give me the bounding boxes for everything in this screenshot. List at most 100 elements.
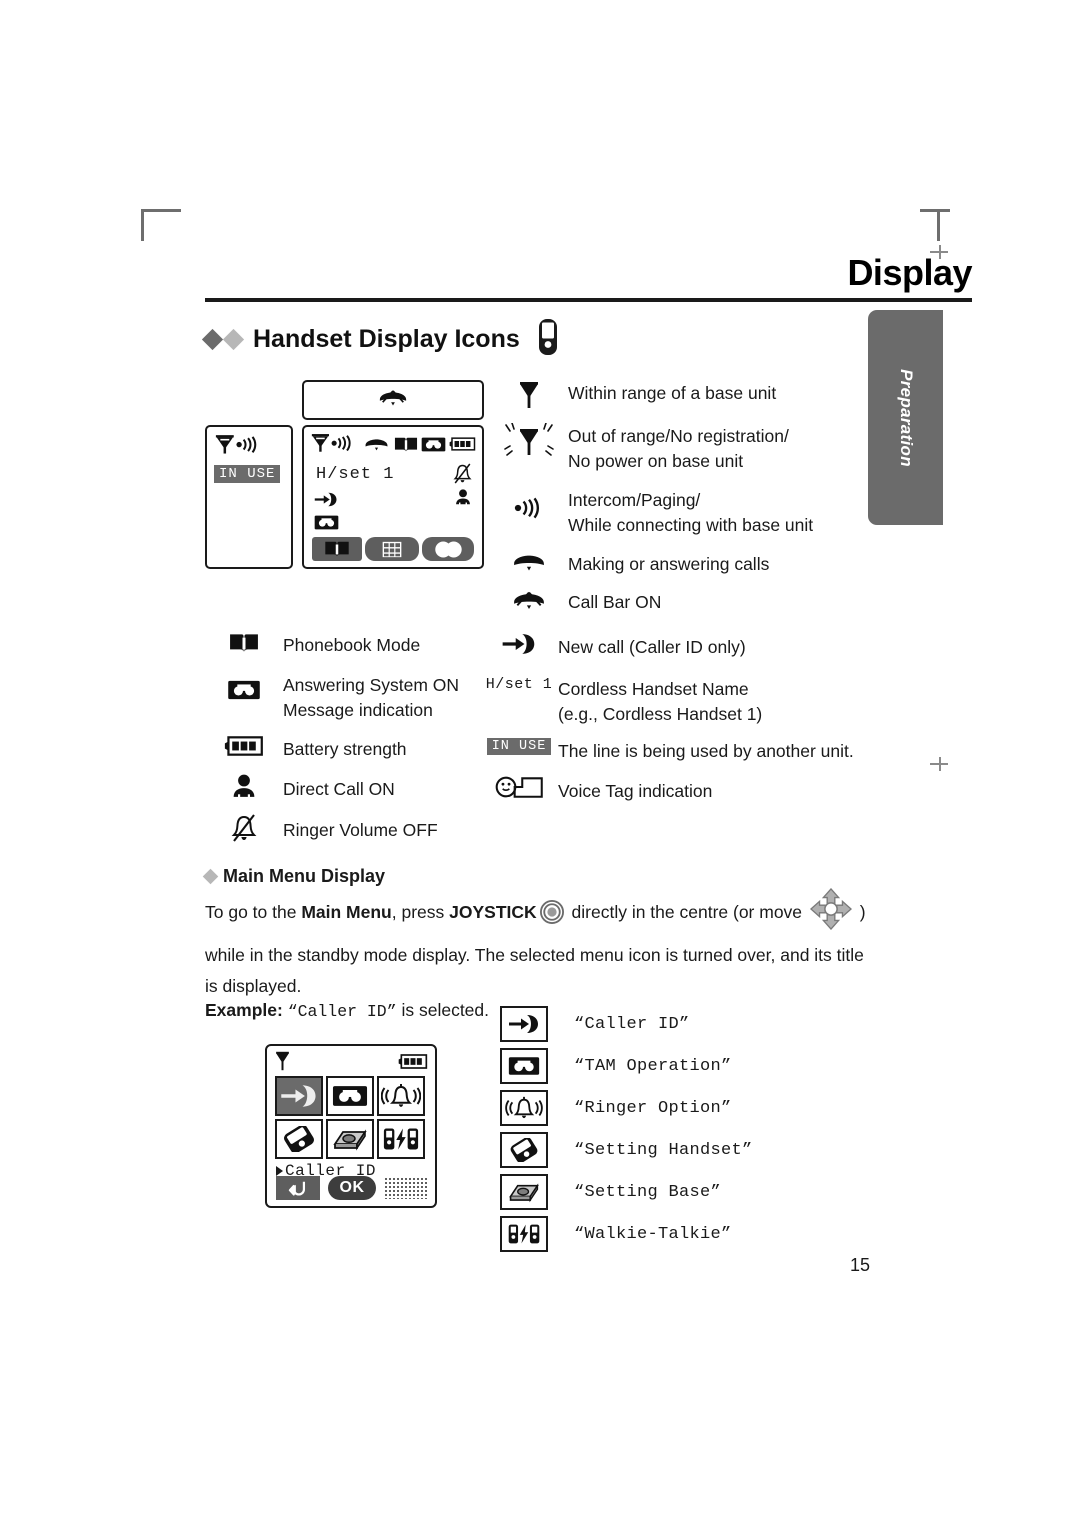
answering-system-icon bbox=[421, 437, 446, 457]
crop-mark-top-left-h bbox=[141, 209, 181, 212]
paragraph-part-1: To go to the bbox=[205, 902, 302, 922]
menu-lcd-status-bar bbox=[274, 1050, 428, 1077]
ringer-volume-off-icon bbox=[205, 814, 283, 842]
caret-right-icon bbox=[276, 1166, 283, 1176]
legend-row: Answering System ON Message indication bbox=[205, 672, 495, 724]
antenna-no-signal-icon bbox=[490, 423, 568, 459]
main-menu-heading: Main Menu Display bbox=[202, 866, 386, 887]
legend-row: Ringer Volume OFF bbox=[205, 814, 495, 843]
legend-row: Out of range/No registration/ No power o… bbox=[490, 423, 880, 475]
new-call-icon bbox=[314, 491, 338, 513]
legend-row: Voice Tag indication bbox=[480, 774, 880, 804]
menu-cell-setting-base[interactable] bbox=[326, 1119, 374, 1159]
legend-label: Voice Tag indication bbox=[558, 781, 713, 801]
main-menu-heading-label: Main Menu Display bbox=[223, 866, 386, 886]
battery-icon bbox=[449, 437, 476, 456]
paragraph-part-3: directly in the centre (or move bbox=[566, 902, 807, 922]
legend-label: Cordless Handset Name (e.g., Cordless Ha… bbox=[558, 679, 763, 725]
voice-tag-icon bbox=[480, 774, 558, 800]
menu-cell-walkie-talkie[interactable] bbox=[377, 1119, 425, 1159]
lcd-main-panel: H/set 1 bbox=[302, 425, 484, 569]
intercom-waves-icon bbox=[490, 487, 568, 519]
lcd-handset-name: H/set 1 bbox=[316, 465, 395, 484]
side-tab-label: Preparation bbox=[896, 368, 916, 467]
legend-label: Battery strength bbox=[283, 739, 407, 759]
setting-base-icon bbox=[500, 1174, 548, 1210]
registration-mark-middle bbox=[930, 755, 948, 773]
legend-row: H/set 1 Cordless Handset Name (e.g., Cor… bbox=[480, 676, 880, 728]
legend-label: Out of range/No registration/ No power o… bbox=[568, 426, 789, 472]
antenna-intercom-icon bbox=[310, 432, 360, 461]
call-bar-on-icon bbox=[378, 388, 408, 412]
page-number: 15 bbox=[850, 1255, 871, 1275]
handset-call-icon bbox=[490, 551, 568, 571]
title-rule bbox=[205, 298, 972, 302]
new-call-icon bbox=[480, 632, 558, 656]
phonebook-icon bbox=[205, 632, 283, 654]
crop-mark-top-left-v bbox=[141, 209, 144, 241]
softkey-back[interactable] bbox=[276, 1176, 321, 1200]
answering-system-icon bbox=[314, 515, 339, 535]
ringer-option-icon bbox=[500, 1090, 548, 1126]
antenna-icon bbox=[274, 1050, 291, 1077]
dot-pattern-icon bbox=[383, 1177, 428, 1199]
menu-item-row: “Setting Handset” bbox=[500, 1132, 753, 1168]
example-line: Example: “Caller ID” is selected. bbox=[205, 1000, 489, 1021]
paragraph-part-2: , press bbox=[391, 902, 450, 922]
joystick-center-icon bbox=[540, 908, 564, 928]
legend-label: Intercom/Paging/ While connecting with b… bbox=[568, 490, 814, 536]
legend-label: New call (Caller ID only) bbox=[558, 637, 746, 657]
menu-item-row: “Walkie-Talkie” bbox=[500, 1216, 732, 1252]
joystick-move-icon bbox=[810, 914, 852, 934]
page-title: Display bbox=[847, 252, 972, 293]
legend-row: Phonebook Mode bbox=[205, 632, 495, 658]
legend-label: Within range of a base unit bbox=[568, 383, 777, 403]
main-menu-paragraph: To go to the Main Menu, press JOYSTICK d… bbox=[205, 888, 877, 1002]
menu-softkey-bar: OK bbox=[276, 1176, 428, 1200]
diamond-bullet-light-icon bbox=[222, 328, 245, 351]
menu-item-label: “Ringer Option” bbox=[574, 1098, 732, 1118]
legend-label: Direct Call ON bbox=[283, 779, 395, 799]
walkie-talkie-icon bbox=[500, 1216, 548, 1252]
menu-item-label: “Walkie-Talkie” bbox=[574, 1224, 732, 1244]
menu-lcd-screen: Caller ID OK bbox=[265, 1044, 437, 1208]
legend-row: Battery strength bbox=[205, 736, 495, 762]
call-bar-on-icon bbox=[490, 589, 568, 611]
legend-row: Intercom/Paging/ While connecting with b… bbox=[490, 487, 880, 539]
handset-name-sample: H/set 1 bbox=[485, 676, 553, 693]
new-call-icon bbox=[500, 1006, 548, 1042]
phonebook-icon bbox=[394, 436, 418, 458]
antenna-icon bbox=[490, 380, 568, 410]
menu-item-label: “Caller ID” bbox=[574, 1014, 690, 1034]
battery-icon bbox=[398, 1054, 428, 1074]
section-heading: Handset Display Icons bbox=[201, 318, 558, 361]
legend-label: Making or answering calls bbox=[568, 554, 770, 574]
menu-item-row: “Setting Base” bbox=[500, 1174, 721, 1210]
softkey-menu-grid[interactable] bbox=[365, 537, 419, 561]
in-use-badge: IN USE bbox=[480, 738, 558, 755]
menu-cell-caller-id[interactable] bbox=[275, 1076, 323, 1116]
lcd-top-icon-bar bbox=[310, 432, 476, 461]
softkey-phonebook[interactable] bbox=[312, 537, 362, 561]
direct-call-on-icon bbox=[455, 489, 471, 510]
direct-call-on-icon bbox=[205, 774, 283, 798]
lcd-callbar-box bbox=[302, 380, 484, 420]
in-use-badge-label: IN USE bbox=[486, 738, 552, 755]
answering-system-icon bbox=[500, 1048, 548, 1084]
menu-item-label: “TAM Operation” bbox=[574, 1056, 732, 1076]
menu-cell-tam-operation[interactable] bbox=[326, 1076, 374, 1116]
softkey-ok[interactable]: OK bbox=[328, 1176, 376, 1200]
legend-label: The line is being used by another unit. bbox=[558, 741, 854, 761]
menu-item-row: “Caller ID” bbox=[500, 1006, 690, 1042]
menu-cell-ringer-option[interactable] bbox=[377, 1076, 425, 1116]
legend-label: Answering System ON Message indication bbox=[283, 675, 460, 721]
paragraph-bold-main-menu: Main Menu bbox=[301, 902, 392, 922]
crop-mark-top-right-h bbox=[920, 209, 950, 212]
menu-cell-setting-handset[interactable] bbox=[275, 1119, 323, 1159]
legend-label: Ringer Volume OFF bbox=[283, 820, 438, 840]
softkey-two-circles[interactable] bbox=[422, 537, 474, 561]
crop-mark-top-right-v bbox=[937, 209, 940, 241]
legend-row: New call (Caller ID only) bbox=[480, 632, 880, 660]
handset-call-icon bbox=[364, 438, 389, 456]
lcd-left-panel: IN USE bbox=[205, 425, 293, 569]
